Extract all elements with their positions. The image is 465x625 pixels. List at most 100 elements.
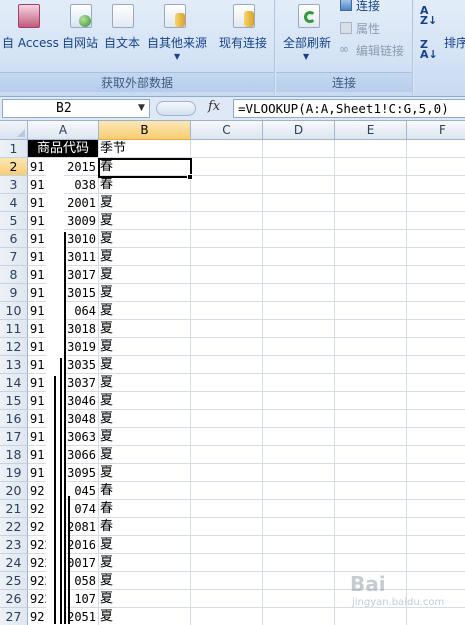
cell-d20[interactable] <box>263 482 335 500</box>
cell-c14[interactable] <box>191 374 263 392</box>
cell-c18[interactable] <box>191 446 263 464</box>
cell-e12[interactable] <box>335 338 407 356</box>
cell-c17[interactable] <box>191 428 263 446</box>
chevron-down-icon[interactable]: ▼ <box>138 103 145 113</box>
cell-d2[interactable] <box>263 158 335 176</box>
column-header-b[interactable]: B <box>99 121 191 140</box>
cell-c5[interactable] <box>191 212 263 230</box>
connections-button[interactable]: 连接 <box>356 0 380 14</box>
cell-d10[interactable] <box>263 302 335 320</box>
row-header[interactable]: 10 <box>0 302 28 320</box>
cell-d17[interactable] <box>263 428 335 446</box>
formula-input[interactable]: =VLOOKUP(A:A,Sheet1!C:G,5,0) <box>233 99 465 118</box>
cell-e19[interactable] <box>335 464 407 482</box>
cell-c13[interactable] <box>191 356 263 374</box>
cell-b7[interactable]: 夏 <box>99 248 191 266</box>
cell-d1[interactable] <box>263 140 335 158</box>
cell-c10[interactable] <box>191 302 263 320</box>
cell-d15[interactable] <box>263 392 335 410</box>
column-header-e[interactable]: E <box>335 121 407 140</box>
cell-c23[interactable] <box>191 536 263 554</box>
cell-d18[interactable] <box>263 446 335 464</box>
cell-c12[interactable] <box>191 338 263 356</box>
row-header[interactable]: 4 <box>0 194 28 212</box>
cell-e4[interactable] <box>335 194 407 212</box>
cell-b12[interactable]: 夏 <box>99 338 191 356</box>
fill-handle[interactable] <box>187 174 193 180</box>
cell-c9[interactable] <box>191 284 263 302</box>
worksheet-grid[interactable]: A B C D E F 1 商品代码 季节 2 91 2015 春 3 91 038 春 4 91 200… <box>0 121 465 625</box>
cell-c15[interactable] <box>191 392 263 410</box>
cell-f22[interactable] <box>407 518 465 536</box>
row-header[interactable]: 11 <box>0 320 28 338</box>
row-header[interactable]: 18 <box>0 446 28 464</box>
row-header[interactable]: 19 <box>0 464 28 482</box>
row-header[interactable]: 23 <box>0 536 28 554</box>
cell-f4[interactable] <box>407 194 465 212</box>
cell-b9[interactable]: 夏 <box>99 284 191 302</box>
cell-d27[interactable] <box>263 608 335 625</box>
cell-a1[interactable]: 商品代码 <box>28 140 99 158</box>
cell-f9[interactable] <box>407 284 465 302</box>
cell-f12[interactable] <box>407 338 465 356</box>
cell-f10[interactable] <box>407 302 465 320</box>
row-header[interactable]: 1 <box>0 140 28 158</box>
column-header-f[interactable]: F <box>407 121 465 140</box>
cell-f8[interactable] <box>407 266 465 284</box>
cell-e3[interactable] <box>335 176 407 194</box>
cell-e10[interactable] <box>335 302 407 320</box>
cell-c22[interactable] <box>191 518 263 536</box>
cell-b24[interactable]: 夏 <box>99 554 191 572</box>
column-header-c[interactable]: C <box>191 121 263 140</box>
cell-f3[interactable] <box>407 176 465 194</box>
cell-f5[interactable] <box>407 212 465 230</box>
cell-d24[interactable] <box>263 554 335 572</box>
cell-b14[interactable]: 夏 <box>99 374 191 392</box>
cell-f25[interactable] <box>407 572 465 590</box>
cell-c27[interactable] <box>191 608 263 625</box>
cell-f17[interactable] <box>407 428 465 446</box>
cell-e15[interactable] <box>335 392 407 410</box>
row-header[interactable]: 25 <box>0 572 28 590</box>
cell-b26[interactable]: 夏 <box>99 590 191 608</box>
cell-f1[interactable] <box>407 140 465 158</box>
cell-f27[interactable] <box>407 608 465 625</box>
cell-d21[interactable] <box>263 500 335 518</box>
cell-b19[interactable]: 夏 <box>99 464 191 482</box>
row-header[interactable]: 27 <box>0 608 28 625</box>
cell-b17[interactable]: 夏 <box>99 428 191 446</box>
cell-b1[interactable]: 季节 <box>99 140 191 158</box>
cell-c11[interactable] <box>191 320 263 338</box>
row-header[interactable]: 16 <box>0 410 28 428</box>
row-header[interactable]: 9 <box>0 284 28 302</box>
cell-b10[interactable]: 夏 <box>99 302 191 320</box>
cell-c24[interactable] <box>191 554 263 572</box>
cell-f13[interactable] <box>407 356 465 374</box>
cell-c8[interactable] <box>191 266 263 284</box>
cell-d12[interactable] <box>263 338 335 356</box>
cell-c1[interactable] <box>191 140 263 158</box>
cell-c16[interactable] <box>191 410 263 428</box>
cell-b16[interactable]: 夏 <box>99 410 191 428</box>
cell-b21[interactable]: 春 <box>99 500 191 518</box>
cell-d5[interactable] <box>263 212 335 230</box>
cell-b6[interactable]: 夏 <box>99 230 191 248</box>
cell-b11[interactable]: 夏 <box>99 320 191 338</box>
refresh-all-button[interactable]: 全部刷新 <box>283 34 331 51</box>
chevron-down-icon[interactable]: ▼ <box>174 52 180 61</box>
row-header[interactable]: 17 <box>0 428 28 446</box>
cell-c19[interactable] <box>191 464 263 482</box>
cell-f20[interactable] <box>407 482 465 500</box>
row-header[interactable]: 26 <box>0 590 28 608</box>
cell-e17[interactable] <box>335 428 407 446</box>
cell-e7[interactable] <box>335 248 407 266</box>
column-header-a[interactable]: A <box>28 121 99 140</box>
cell-d7[interactable] <box>263 248 335 266</box>
cell-d3[interactable] <box>263 176 335 194</box>
cell-f23[interactable] <box>407 536 465 554</box>
cell-c20[interactable] <box>191 482 263 500</box>
cell-c21[interactable] <box>191 500 263 518</box>
cell-f19[interactable] <box>407 464 465 482</box>
cell-c3[interactable] <box>191 176 263 194</box>
cell-c26[interactable] <box>191 590 263 608</box>
